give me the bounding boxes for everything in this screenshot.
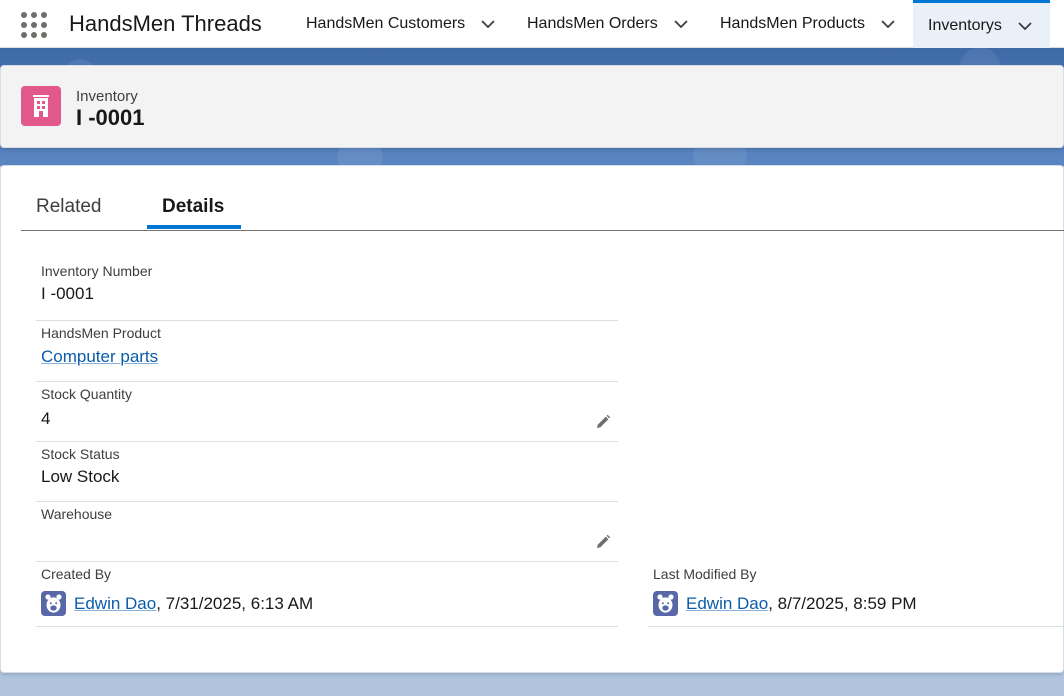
chevron-down-icon[interactable] [879,15,897,33]
product-link[interactable]: Computer parts [41,347,158,367]
pencil-icon[interactable] [594,413,612,431]
bear-avatar-icon [653,591,678,616]
field-label: Inventory Number [41,263,153,279]
record-title: I -0001 [76,105,145,130]
field-stock-status: Stock Status Low Stock [36,442,618,502]
last-modified-by-user-link[interactable]: Edwin Dao [686,594,768,614]
field-last-modified-by: Last Modified By Edwin Dao , 8/7/2025, 8… [648,562,1064,627]
nav-tab-label: HandsMen Customers [306,15,466,32]
field-value: Low Stock [41,467,120,486]
field-created-by: Created By Edwin Dao , 7/31/2025, 6:13 A… [36,562,618,627]
field-label: Warehouse [41,506,113,522]
app-name: HandsMen Threads [69,11,262,36]
active-tab-indicator [147,225,241,229]
building-icon [21,86,61,126]
nav-tab-label: HandsMen Products [720,15,865,32]
created-by-user: Edwin Dao , 7/31/2025, 6:13 AM [41,591,313,616]
object-label: Inventory [76,88,138,105]
last-modified-date: , 8/7/2025, 8:59 PM [768,593,917,613]
nav-tab-products[interactable]: HandsMen Products [720,0,897,48]
created-by-user-link[interactable]: Edwin Dao [74,594,156,614]
nav-tab-label: Inventorys [928,16,1002,34]
field-stock-quantity: Stock Quantity 4 [36,382,618,442]
last-modified-by-user: Edwin Dao , 8/7/2025, 8:59 PM [653,591,917,616]
record-body: Related Details Inventory Number I -0001… [0,165,1064,673]
record-tabs: Related Details [21,166,1064,231]
global-nav: HandsMen Threads HandsMen Customers Hand… [0,0,1064,48]
nav-tab-customers[interactable]: HandsMen Customers [306,0,497,48]
chevron-down-icon[interactable] [672,15,690,33]
tab-details[interactable]: Details [162,196,224,218]
created-date: , 7/31/2025, 6:13 AM [156,593,314,613]
field-label: Stock Status [41,446,120,462]
field-handsmen-product: HandsMen Product Computer parts [36,321,618,382]
bear-avatar-icon [41,591,66,616]
app-launcher-icon[interactable] [20,11,48,39]
chevron-down-icon[interactable] [1016,17,1034,35]
tab-related[interactable]: Related [36,196,102,218]
pencil-icon[interactable] [594,533,612,551]
field-label: HandsMen Product [41,325,161,341]
field-warehouse: Warehouse [36,502,618,562]
chevron-down-icon[interactable] [479,15,497,33]
field-value: 4 [41,409,51,428]
field-label: Stock Quantity [41,386,133,402]
field-inventory-number: Inventory Number I -0001 [36,259,618,321]
field-value: I -0001 [41,284,94,303]
nav-tab-label: HandsMen Orders [527,15,658,32]
field-label: Last Modified By [653,566,757,582]
field-label: Created By [41,566,112,582]
nav-tab-orders[interactable]: HandsMen Orders [527,0,690,48]
nav-tab-inventorys[interactable]: Inventorys [913,0,1050,48]
record-header: Inventory I -0001 [0,65,1064,148]
